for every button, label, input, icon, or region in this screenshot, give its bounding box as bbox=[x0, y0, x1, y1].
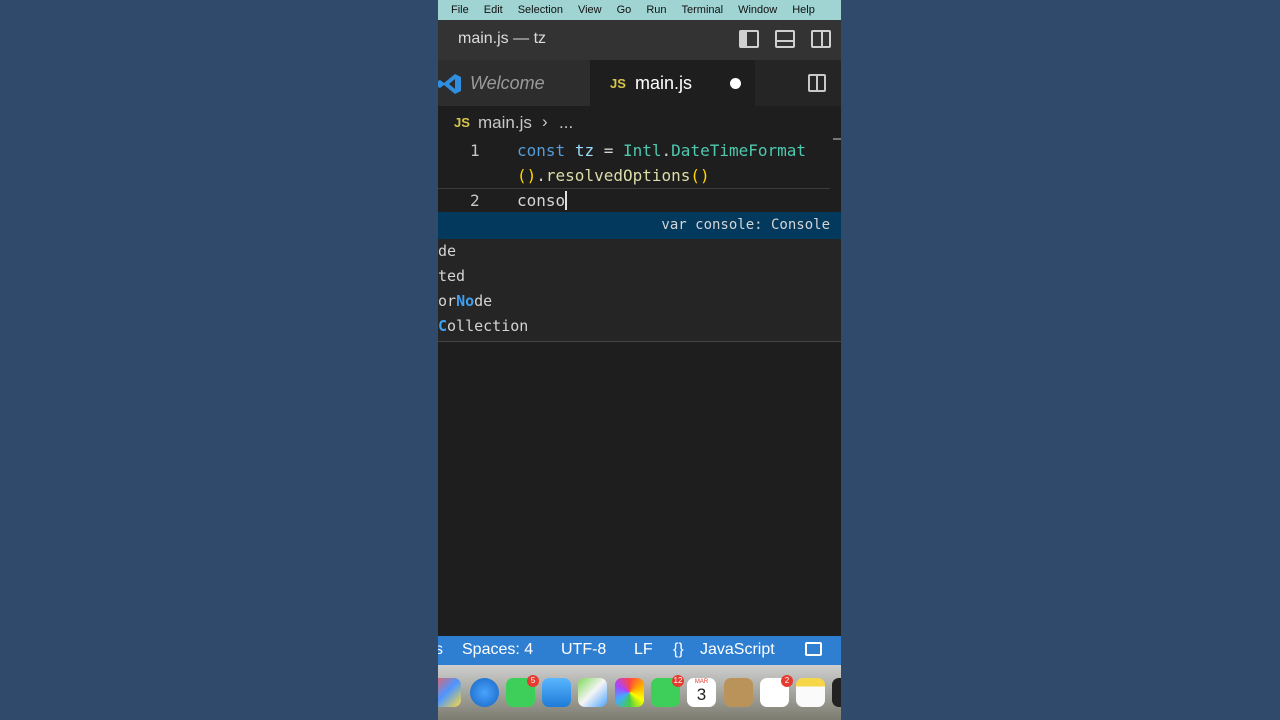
suggest-item-text: ted bbox=[438, 267, 466, 285]
editor-tabs: Welcome JS main.js bbox=[438, 60, 841, 106]
menu-run[interactable]: Run bbox=[646, 4, 666, 16]
token-dot: . bbox=[661, 141, 672, 160]
facetime-badge: 12 bbox=[672, 675, 684, 687]
suggest-item-match: C bbox=[438, 317, 448, 335]
toggle-panel-icon[interactable] bbox=[775, 30, 795, 48]
terminal-icon[interactable] bbox=[832, 678, 841, 707]
suggest-item[interactable]: de bbox=[438, 242, 456, 260]
menu-help[interactable]: Help bbox=[792, 4, 815, 16]
suggest-widget[interactable]: var console: Console de ted orNode Colle… bbox=[438, 212, 841, 342]
macos-menubar: File Edit Selection View Go Run Terminal… bbox=[438, 0, 841, 20]
suggest-item-text: or bbox=[438, 292, 457, 310]
title-bar: main.js — tz bbox=[438, 20, 841, 60]
calendar-day: 3 bbox=[696, 685, 707, 704]
menu-terminal[interactable]: Terminal bbox=[682, 4, 724, 16]
token-class: Intl bbox=[623, 141, 662, 160]
tab-welcome-label: Welcome bbox=[470, 73, 545, 93]
vscode-logo-icon bbox=[438, 74, 461, 94]
contacts-icon[interactable] bbox=[724, 678, 753, 707]
breadcrumb-file[interactable]: main.js bbox=[478, 113, 532, 133]
suggest-detail: var console: Console bbox=[661, 217, 830, 233]
breadcrumb-chevron-icon: › bbox=[542, 112, 548, 131]
token-paren: () bbox=[517, 166, 537, 185]
feedback-icon[interactable] bbox=[805, 642, 822, 656]
code-line[interactable]: const tz = Intl.DateTimeFormat bbox=[517, 141, 806, 160]
code-line-wrapped[interactable]: ().resolvedOptions() bbox=[517, 166, 710, 185]
menu-edit[interactable]: Edit bbox=[484, 4, 503, 16]
status-edge-item[interactable]: s bbox=[438, 641, 443, 659]
breadcrumb: JS main.js › ... bbox=[438, 110, 841, 136]
token-paren: () bbox=[690, 166, 710, 185]
tab-welcome[interactable]: Welcome bbox=[438, 60, 590, 106]
safari-icon[interactable] bbox=[470, 678, 499, 707]
menu-file[interactable]: File bbox=[451, 4, 469, 16]
split-editor-icon[interactable] bbox=[808, 74, 826, 92]
minimap[interactable] bbox=[833, 138, 841, 140]
window-title: main.js — tz bbox=[458, 30, 547, 47]
toggle-secondary-sidebar-icon[interactable] bbox=[811, 30, 831, 48]
messages-badge: 5 bbox=[527, 675, 539, 687]
menu-view[interactable]: View bbox=[578, 4, 602, 16]
text-cursor bbox=[565, 191, 568, 210]
menu-selection[interactable]: Selection bbox=[518, 4, 563, 16]
reminders-badge: 2 bbox=[781, 675, 793, 687]
tab-main-js-label: main.js bbox=[635, 73, 693, 93]
launchpad-icon[interactable] bbox=[438, 678, 461, 707]
maps-icon[interactable] bbox=[578, 678, 607, 707]
token-method: resolvedOptions bbox=[545, 166, 691, 185]
status-indentation[interactable]: Spaces: 4 bbox=[462, 641, 533, 659]
suggest-item[interactable]: Collection bbox=[438, 317, 528, 335]
macos-dock: 5 12 MAR 3 2 bbox=[438, 665, 841, 720]
unsaved-dot-icon[interactable] bbox=[730, 78, 741, 89]
photos-icon[interactable] bbox=[615, 678, 644, 707]
suggest-item-text: ollection bbox=[447, 317, 529, 335]
line-number: 1 bbox=[470, 141, 480, 160]
menu-go[interactable]: Go bbox=[617, 4, 632, 16]
suggest-item[interactable]: orNode bbox=[438, 292, 492, 310]
js-file-icon: JS bbox=[610, 76, 626, 91]
status-bar: s Spaces: 4 UTF-8 LF {} JavaScript bbox=[438, 636, 841, 665]
mail-icon[interactable] bbox=[542, 678, 571, 707]
token-operator: = bbox=[603, 141, 614, 160]
token-variable: tz bbox=[574, 141, 595, 160]
token-keyword: const bbox=[517, 141, 566, 160]
status-encoding[interactable]: UTF-8 bbox=[561, 641, 606, 659]
suggest-selected-row[interactable]: var console: Console bbox=[438, 212, 841, 239]
menu-window[interactable]: Window bbox=[738, 4, 777, 16]
suggest-item-text: de bbox=[474, 292, 493, 310]
token-identifier: conso bbox=[517, 191, 566, 210]
suggest-item[interactable]: ted bbox=[438, 267, 465, 285]
tab-main-js[interactable]: JS main.js bbox=[590, 60, 755, 106]
suggest-item-match: No bbox=[456, 292, 475, 310]
vscode-window: File Edit Selection View Go Run Terminal… bbox=[438, 0, 841, 720]
braces-icon: {} bbox=[673, 641, 684, 658]
token-dot: . bbox=[536, 166, 546, 185]
status-eol[interactable]: LF bbox=[634, 641, 653, 659]
line-number: 2 bbox=[470, 191, 480, 210]
breadcrumb-symbols[interactable]: ... bbox=[559, 113, 573, 133]
toggle-primary-sidebar-icon[interactable] bbox=[739, 30, 759, 48]
current-line-border bbox=[438, 188, 830, 189]
calendar-icon[interactable]: MAR 3 bbox=[687, 678, 716, 707]
breadcrumb-js-icon: JS bbox=[454, 115, 470, 130]
code-line[interactable]: conso bbox=[517, 191, 568, 210]
suggest-item-text: de bbox=[438, 242, 457, 260]
notes-icon[interactable] bbox=[796, 678, 825, 707]
token-function: DateTimeFormat bbox=[671, 141, 807, 160]
status-language[interactable]: JavaScript bbox=[700, 641, 775, 659]
